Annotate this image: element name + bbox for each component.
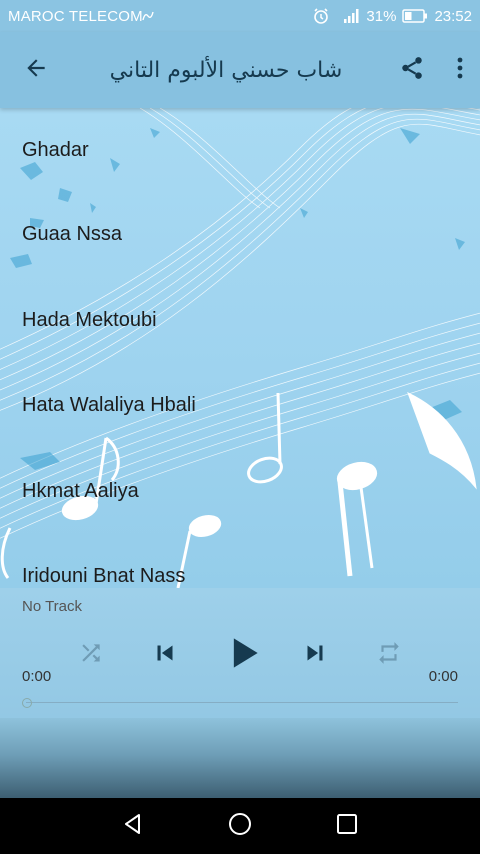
track-item[interactable]: Ghadar: [0, 108, 480, 192]
track-item[interactable]: Hata Walaliya Hbali: [0, 363, 480, 449]
track-list: Ghadar Guaa Nssa Hada Mektoubi Hata Wala…: [0, 108, 480, 588]
nav-recents-button[interactable]: [317, 798, 377, 854]
recents-square-icon: [336, 813, 358, 840]
status-icons: 31% 23:52: [312, 7, 472, 25]
total-duration: 0:00: [428, 668, 458, 685]
clock: 23:52: [434, 7, 472, 25]
player-panel: No Track 0:00 0:00: [0, 588, 480, 718]
cell-signal-icon: [344, 9, 360, 23]
carrier-name: MAROC TELECOM: [8, 7, 143, 25]
elapsed-time: 0:00: [22, 668, 52, 685]
next-button[interactable]: [296, 636, 334, 674]
repeat-button[interactable]: [372, 638, 406, 672]
previous-icon: [150, 638, 180, 673]
nav-home-button[interactable]: [210, 798, 270, 854]
system-nav-bar: [0, 798, 480, 854]
share-button[interactable]: [384, 32, 440, 108]
back-arrow-icon: [23, 55, 49, 86]
carrier-signal-icon: [142, 10, 154, 22]
playback-controls: [0, 628, 480, 680]
track-title: Ghadar: [22, 138, 89, 161]
share-icon: [399, 55, 425, 86]
track-title: Hkmat Aaliya: [22, 479, 139, 502]
alarm-icon: [312, 7, 330, 25]
seek-thumb[interactable]: [22, 698, 32, 708]
play-button[interactable]: [218, 630, 268, 680]
seek-bar[interactable]: [22, 696, 458, 710]
track-item[interactable]: Hkmat Aaliya: [0, 449, 480, 535]
track-title: Iridouni Bnat Nass: [22, 565, 186, 588]
track-title: Hada Mektoubi: [22, 308, 157, 331]
seek-track: [26, 702, 458, 703]
track-list-area[interactable]: Ghadar Guaa Nssa Hada Mektoubi Hata Wala…: [0, 108, 480, 588]
battery-icon: [402, 9, 428, 23]
track-title: Hata Walaliya Hbali: [22, 394, 196, 417]
nav-back-button[interactable]: [103, 798, 163, 854]
previous-button[interactable]: [146, 636, 184, 674]
repeat-icon: [376, 640, 402, 671]
app-bar: شاب حسني الألبوم التاني: [0, 32, 480, 108]
shuffle-button[interactable]: [74, 638, 108, 672]
track-item[interactable]: Hada Mektoubi: [0, 278, 480, 364]
more-vert-icon: [456, 56, 464, 85]
status-bar: MAROC TELECOM 31% 23:52: [0, 0, 480, 32]
track-title: Guaa Nssa: [22, 223, 123, 246]
back-button[interactable]: [0, 32, 72, 108]
track-item[interactable]: Iridouni Bnat Nass: [0, 534, 480, 588]
back-triangle-icon: [121, 812, 145, 841]
play-icon: [221, 631, 265, 680]
shuffle-icon: [78, 640, 104, 671]
track-item[interactable]: Guaa Nssa: [0, 192, 480, 278]
more-options-button[interactable]: [440, 32, 480, 108]
now-playing-label: No Track: [22, 598, 83, 615]
album-title: شاب حسني الألبوم التاني: [109, 57, 343, 83]
next-icon: [300, 638, 330, 673]
battery-percent: 31%: [366, 7, 397, 25]
home-circle-icon: [227, 811, 253, 842]
bottom-decor: [0, 718, 480, 798]
